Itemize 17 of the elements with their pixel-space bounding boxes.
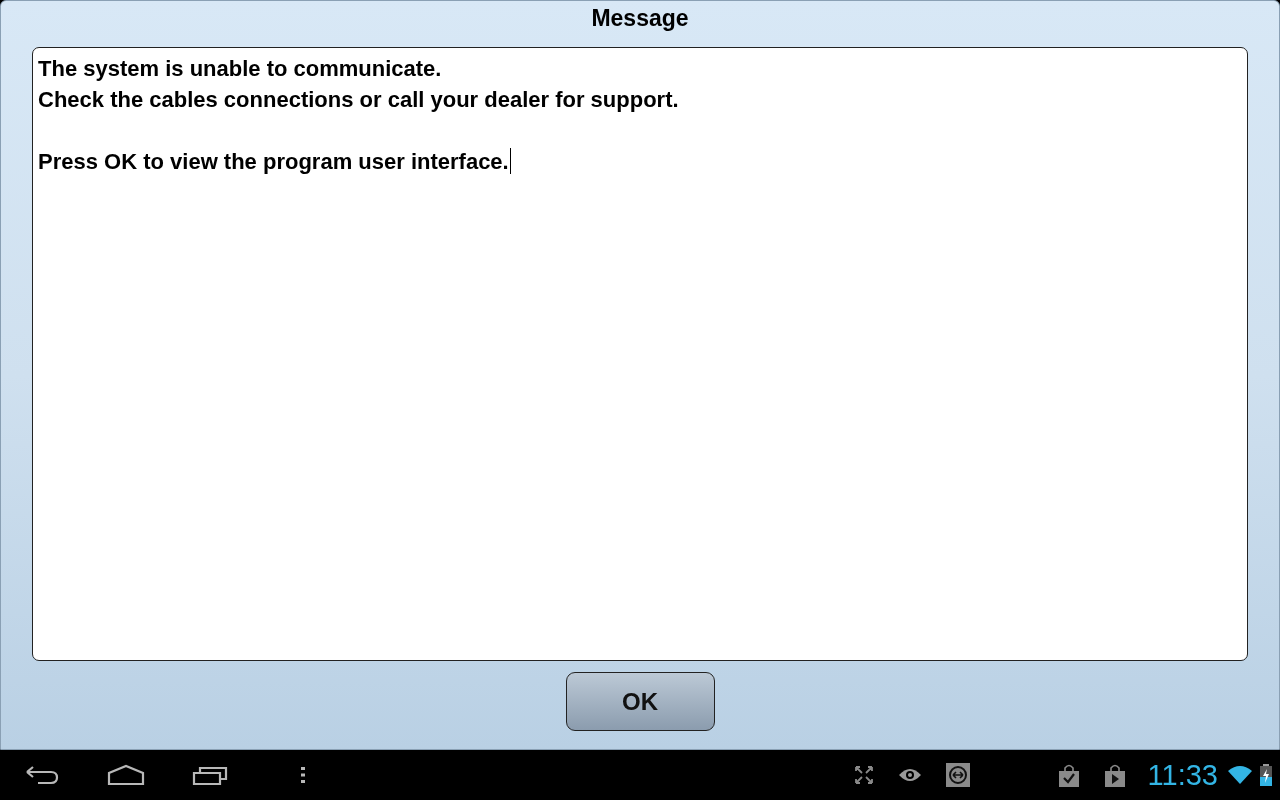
home-icon[interactable] [106,764,146,786]
dialog-title: Message [590,4,690,33]
remote-control-icon [945,763,970,787]
shopping-bag-check-icon [1057,763,1080,787]
eye-icon [897,767,922,783]
wifi-icon [1228,766,1252,784]
menu-icon[interactable] [300,766,306,784]
recent-apps-icon[interactable] [192,765,228,785]
message-text: Press OK to view the program user interface. [38,147,512,176]
message-text: The system is unable to communicate. Check the cables connections or call your dealer for support. [38,55,680,114]
fullscreen-icon [853,765,874,785]
back-icon[interactable] [24,764,60,786]
play-store-icon [1103,763,1126,787]
ok-button[interactable]: OK [565,672,715,731]
message-field[interactable]: The system is unable to communicate. Check the cables connections or call your dealer for support. Press OK to view the program user interface. [32,47,1248,661]
battery-charging-icon [1260,764,1272,786]
clock: 11:33 [1147,758,1218,792]
